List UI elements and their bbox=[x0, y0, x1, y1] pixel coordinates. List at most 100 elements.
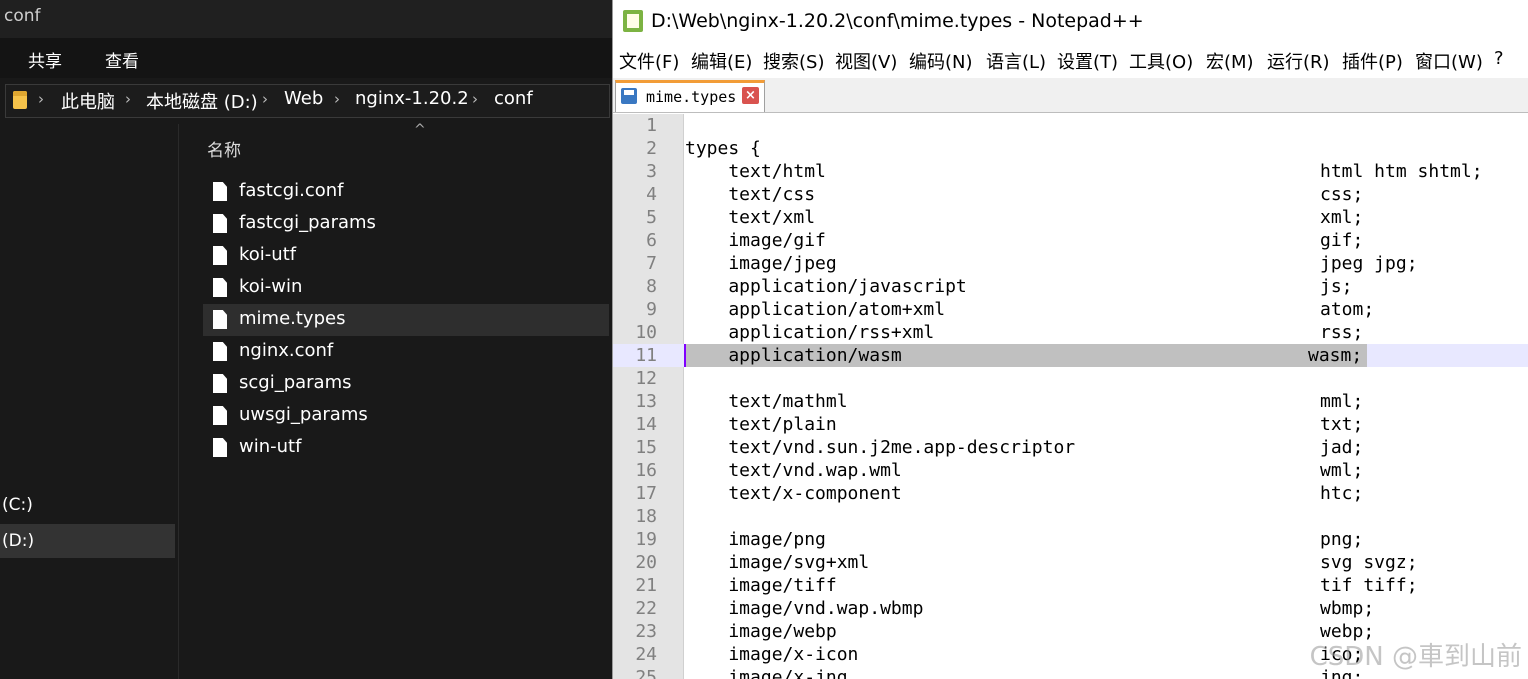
line-number: 24 bbox=[635, 644, 657, 665]
close-icon[interactable]: × bbox=[742, 87, 759, 104]
line-number: 7 bbox=[646, 253, 657, 274]
code-line[interactable]: 21 image/tiff tif tiff; bbox=[613, 574, 1528, 597]
code-line[interactable]: 16 text/vnd.wap.wml wml; bbox=[613, 459, 1528, 482]
code-line[interactable]: 13 text/mathml mml; bbox=[613, 390, 1528, 413]
ribbon-tab-view[interactable]: 查看 bbox=[105, 47, 139, 72]
breadcrumb-this-pc[interactable]: 此电脑 bbox=[61, 88, 115, 114]
line-number: 1 bbox=[646, 115, 657, 136]
file-row[interactable]: koi-win bbox=[203, 272, 609, 304]
file-row-selected[interactable]: mime.types bbox=[203, 304, 609, 336]
menu-macro[interactable]: 宏(M) bbox=[1206, 48, 1254, 74]
code-line[interactable]: 3 text/html html htm shtml; bbox=[613, 160, 1528, 183]
chevron-right-icon[interactable]: › bbox=[262, 90, 268, 108]
code-line[interactable]: 12 bbox=[613, 367, 1528, 390]
line-extensions: htc; bbox=[1320, 483, 1364, 504]
code-line[interactable]: 2 types { bbox=[613, 137, 1528, 160]
line-mime-type: application/atom+xml bbox=[685, 299, 946, 320]
code-line[interactable]: 1 bbox=[613, 114, 1528, 137]
explorer-title-bar: conf bbox=[0, 0, 612, 38]
line-mime-type: application/wasm bbox=[685, 345, 902, 366]
explorer-window-title: conf bbox=[4, 6, 41, 26]
menu-window[interactable]: 窗口(W) bbox=[1415, 48, 1483, 74]
line-mime-type: application/javascript bbox=[685, 276, 967, 297]
breadcrumb-conf[interactable]: conf bbox=[494, 88, 533, 109]
document-tab[interactable]: mime.types × bbox=[615, 80, 765, 112]
file-row[interactable]: win-utf bbox=[203, 432, 609, 464]
code-line[interactable]: 6 image/gif gif; bbox=[613, 229, 1528, 252]
code-line[interactable]: 19 image/png png; bbox=[613, 528, 1528, 551]
chevron-right-icon[interactable]: › bbox=[334, 90, 340, 108]
code-line[interactable]: 14 text/plain txt; bbox=[613, 413, 1528, 436]
line-extensions: wml; bbox=[1320, 460, 1364, 481]
code-line[interactable]: 17 text/x-component htc; bbox=[613, 482, 1528, 505]
breadcrumb-web[interactable]: Web bbox=[284, 88, 323, 109]
code-line[interactable]: 4 text/css css; bbox=[613, 183, 1528, 206]
menu-help[interactable]: ? bbox=[1494, 48, 1504, 69]
npp-menu-bar: 文件(F) 编辑(E) 搜索(S) 视图(V) 编码(N) 语言(L) 设置(T… bbox=[613, 44, 1528, 76]
menu-search[interactable]: 搜索(S) bbox=[763, 48, 824, 74]
line-extensions: wbmp; bbox=[1320, 598, 1375, 619]
menu-encoding[interactable]: 编码(N) bbox=[909, 48, 973, 74]
line-number: 17 bbox=[635, 483, 657, 504]
line-extensions: jpeg jpg; bbox=[1320, 253, 1418, 274]
npp-title-bar: D:\Web\nginx-1.20.2\conf\mime.types - No… bbox=[613, 0, 1528, 42]
line-mime-type: image/vnd.wap.wbmp bbox=[685, 598, 924, 619]
code-line[interactable]: 20 image/svg+xml svg svgz; bbox=[613, 551, 1528, 574]
line-number: 21 bbox=[635, 575, 657, 596]
line-mime-type: image/webp bbox=[685, 621, 837, 642]
file-row[interactable]: fastcgi_params bbox=[203, 208, 609, 240]
file-icon bbox=[213, 214, 227, 233]
line-mime-type: application/rss+xml bbox=[685, 322, 935, 343]
file-row[interactable]: fastcgi.conf bbox=[203, 176, 609, 208]
code-line[interactable]: 15 text/vnd.sun.j2me.app-descriptor jad; bbox=[613, 436, 1528, 459]
line-number: 19 bbox=[635, 529, 657, 550]
file-row[interactable]: nginx.conf bbox=[203, 336, 609, 368]
line-number: 3 bbox=[646, 161, 657, 182]
line-mime-type: text/css bbox=[685, 184, 816, 205]
file-name: uwsgi_params bbox=[239, 404, 368, 425]
npp-tab-bar: mime.types × bbox=[613, 78, 1528, 113]
nav-item-drive-c[interactable]: (C:) bbox=[0, 488, 175, 522]
breadcrumb-nginx[interactable]: nginx-1.20.2 bbox=[355, 88, 469, 109]
code-line[interactable]: 18 bbox=[613, 505, 1528, 528]
menu-edit[interactable]: 编辑(E) bbox=[691, 48, 752, 74]
line-extensions: tif tiff; bbox=[1320, 575, 1418, 596]
column-header-name[interactable]: 名称 bbox=[207, 136, 241, 161]
code-line[interactable]: 8 application/javascript js; bbox=[613, 275, 1528, 298]
ribbon-tab-share[interactable]: 共享 bbox=[28, 47, 62, 72]
code-line[interactable]: 24 image/x-icon ico; bbox=[613, 643, 1528, 666]
menu-language[interactable]: 语言(L) bbox=[986, 48, 1046, 74]
menu-settings[interactable]: 设置(T) bbox=[1057, 48, 1118, 74]
menu-file[interactable]: 文件(F) bbox=[619, 48, 679, 74]
address-bar[interactable]: › 此电脑 › 本地磁盘 (D:) › Web › nginx-1.20.2 ›… bbox=[5, 84, 610, 118]
code-editor[interactable]: 1 2 types {3 text/html html htm shtml; 4 tex… bbox=[613, 114, 1528, 679]
file-icon bbox=[213, 278, 227, 297]
menu-plugins[interactable]: 插件(P) bbox=[1342, 48, 1403, 74]
line-mime-type: image/x-icon bbox=[685, 644, 859, 665]
code-line[interactable]: 23 image/webp webp; bbox=[613, 620, 1528, 643]
file-explorer-window: conf 共享 查看 › 此电脑 › 本地磁盘 (D:) › Web › ngi… bbox=[0, 0, 612, 679]
code-line-current[interactable]: 11 application/wasm wasm; bbox=[613, 344, 1528, 367]
code-line[interactable]: 10 application/rss+xml rss; bbox=[613, 321, 1528, 344]
file-name: koi-win bbox=[239, 276, 303, 297]
code-line[interactable]: 9 application/atom+xml atom; bbox=[613, 298, 1528, 321]
menu-view[interactable]: 视图(V) bbox=[835, 48, 897, 74]
code-line[interactable]: 25 image/x-jng jng; bbox=[613, 666, 1528, 679]
code-line[interactable]: 7 image/jpeg jpeg jpg; bbox=[613, 252, 1528, 275]
menu-tools[interactable]: 工具(O) bbox=[1129, 48, 1193, 74]
chevron-right-icon[interactable]: › bbox=[125, 90, 131, 108]
nav-item-drive-d[interactable]: (D:) bbox=[0, 524, 175, 558]
menu-run[interactable]: 运行(R) bbox=[1267, 48, 1330, 74]
file-row[interactable]: uwsgi_params bbox=[203, 400, 609, 432]
chevron-right-icon[interactable]: › bbox=[38, 90, 44, 108]
line-number: 8 bbox=[646, 276, 657, 297]
file-row[interactable]: scgi_params bbox=[203, 368, 609, 400]
folder-icon bbox=[13, 91, 27, 109]
code-line[interactable]: 22 image/vnd.wap.wbmp wbmp; bbox=[613, 597, 1528, 620]
chevron-right-icon[interactable]: › bbox=[472, 90, 478, 108]
file-row[interactable]: koi-utf bbox=[203, 240, 609, 272]
breadcrumb-local-disk[interactable]: 本地磁盘 (D:) bbox=[146, 88, 258, 114]
line-number: 15 bbox=[635, 437, 657, 458]
code-line[interactable]: 5 text/xml xml; bbox=[613, 206, 1528, 229]
line-number: 20 bbox=[635, 552, 657, 573]
